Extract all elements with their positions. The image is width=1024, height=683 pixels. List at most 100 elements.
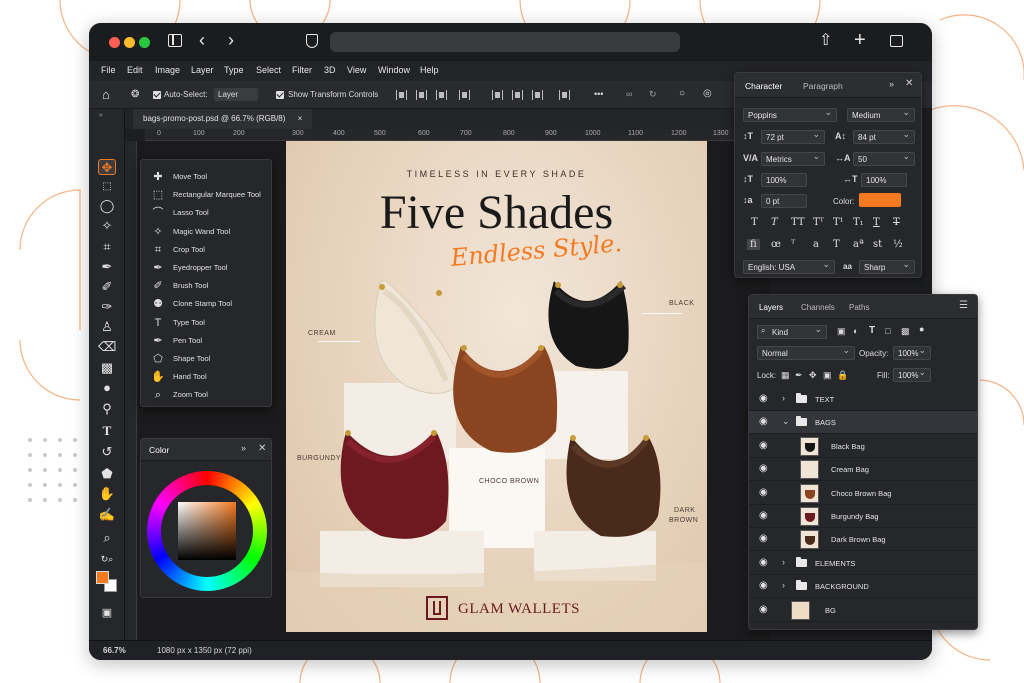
distribute-icon[interactable] <box>459 90 470 100</box>
faux-bold-icon[interactable]: T <box>751 217 758 228</box>
horizontal-scale-input[interactable]: 100% <box>861 173 907 187</box>
opacity-input[interactable]: 100% <box>893 345 931 360</box>
tabs-overview-icon[interactable] <box>890 35 903 47</box>
auto-select-checkbox[interactable] <box>153 91 161 99</box>
layer-row[interactable]: ◉ BG <box>749 599 977 622</box>
menu-window[interactable]: Window <box>378 65 410 75</box>
dodge-tool-button[interactable]: ⚲ <box>98 401 116 417</box>
flyout-item[interactable]: ⌗ Crop Tool <box>149 241 269 259</box>
kerning-select[interactable]: Metrics <box>761 151 825 166</box>
tracking-select[interactable]: 50 <box>853 151 915 166</box>
blend-mode-select[interactable]: Normal <box>757 345 855 360</box>
menu-image[interactable]: Image <box>155 65 180 75</box>
color-picker-square[interactable] <box>178 502 236 560</box>
lock-transparent-icon[interactable]: ▦ <box>781 370 790 381</box>
baseline-shift-input[interactable]: 0 pt <box>761 194 807 208</box>
share-icon[interactable]: ⇧ <box>819 33 832 49</box>
flyout-item[interactable]: ⌕ Zoom Tool <box>149 386 269 404</box>
align-hcenter-icon[interactable] <box>416 90 427 100</box>
faux-italic-icon[interactable]: T <box>771 217 778 228</box>
lock-all-icon[interactable]: 🔒 <box>837 370 848 381</box>
close-window-button[interactable] <box>109 37 120 48</box>
filter-smart-object-icon[interactable]: ▩ <box>901 326 910 337</box>
visibility-eye-icon[interactable]: ◉ <box>759 440 768 451</box>
flyout-item[interactable]: ⬚ Rectangular Marquee Tool <box>149 186 269 204</box>
ordinals-icon[interactable]: aª <box>853 239 864 250</box>
address-bar[interactable] <box>330 32 680 52</box>
brush-tool-button[interactable]: ✑ <box>98 299 116 315</box>
zoom-level[interactable]: 66.7% <box>103 646 126 655</box>
old-style-icon[interactable]: œ <box>771 239 781 250</box>
leading-select[interactable]: 84 pt <box>853 129 915 144</box>
3d-pan-icon[interactable]: ○ <box>679 88 685 99</box>
lock-artboard-icon[interactable]: ▣ <box>823 370 832 381</box>
filter-type-icon[interactable]: T <box>869 325 875 336</box>
document-canvas[interactable]: TIMELESS IN EVERY SHADE Five Shades Endl… <box>286 141 707 632</box>
panel-close-icon[interactable]: ✕ <box>905 78 913 89</box>
close-tab-icon[interactable]: × <box>298 114 303 123</box>
panel-close-icon[interactable]: ✕ <box>258 443 266 454</box>
filter-toggle-icon[interactable]: ● <box>919 324 924 334</box>
chevron-down-icon[interactable]: ⌄ <box>782 416 790 427</box>
flyout-item[interactable]: T Type Tool <box>149 314 269 332</box>
swash-icon[interactable]: ᵀ <box>791 239 795 250</box>
path-selection-tool-button[interactable]: ↺ <box>98 444 116 460</box>
healing-tool-button[interactable]: ✐ <box>98 279 116 295</box>
align-vcenter-icon[interactable] <box>512 90 523 100</box>
minimize-window-button[interactable] <box>124 37 135 48</box>
zoom-tool-button[interactable]: ⌕ <box>98 530 116 546</box>
visibility-eye-icon[interactable]: ◉ <box>759 557 768 568</box>
fractions-icon[interactable]: ½ <box>893 239 903 250</box>
align-right-icon[interactable] <box>436 90 447 100</box>
blur-tool-button[interactable]: ● <box>98 380 116 396</box>
superscript-icon[interactable]: T¹ <box>833 217 844 228</box>
layer-row[interactable]: ◉ Burgundy Bag <box>749 505 977 528</box>
lock-pixels-icon[interactable]: ✒ <box>795 370 803 381</box>
show-transform-checkbox[interactable] <box>276 91 284 99</box>
antialias-select[interactable]: Sharp <box>859 259 915 274</box>
move-options-icon[interactable]: ❂ <box>131 89 139 100</box>
new-tab-icon[interactable]: + <box>854 30 866 50</box>
shield-icon[interactable] <box>306 34 318 48</box>
font-size-select[interactable]: 72 pt <box>761 129 825 144</box>
3d-rotate-icon[interactable]: ↻ <box>649 89 657 100</box>
menu-type[interactable]: Type <box>224 65 244 75</box>
crop-tool-button[interactable]: ⌗ <box>98 239 116 255</box>
filter-shape-icon[interactable]: □ <box>885 326 890 336</box>
layer-group-row[interactable]: ◉ › TEXT <box>749 388 977 411</box>
panel-collapse-icon[interactable]: » <box>889 79 894 89</box>
layer-group-row[interactable]: ◉ ⌄ BAGS <box>749 411 977 435</box>
layer-group-row[interactable]: ◉ › BACKGROUND <box>749 575 977 599</box>
eraser-tool-button[interactable]: ⌫ <box>98 339 116 355</box>
foreground-color-swatch[interactable] <box>96 571 109 584</box>
underline-icon[interactable]: T <box>873 217 880 228</box>
move-tool-button[interactable]: ✥ <box>98 159 116 175</box>
visibility-eye-icon[interactable]: ◉ <box>759 533 768 544</box>
shape-tool-button[interactable]: ⬟ <box>98 466 116 482</box>
maximize-window-button[interactable] <box>139 37 150 48</box>
menu-3d[interactable]: 3D <box>324 65 336 75</box>
menu-edit[interactable]: Edit <box>127 65 143 75</box>
lasso-tool-button[interactable]: ◯ <box>98 198 116 214</box>
magic-wand-tool-button[interactable]: ✧ <box>98 218 116 234</box>
visibility-eye-icon[interactable]: ◉ <box>759 393 768 404</box>
flyout-item[interactable]: ✒ Pen Tool <box>149 332 269 350</box>
layer-row[interactable]: ◉ Dark Brown Bag <box>749 528 977 552</box>
stylistic-alt-icon[interactable]: a <box>813 239 819 250</box>
filter-pixel-icon[interactable]: ▣ <box>837 326 846 337</box>
align-bottom-icon[interactable] <box>532 90 543 100</box>
flyout-item[interactable]: ✋ Hand Tool <box>149 368 269 386</box>
chevron-right-icon[interactable]: › <box>782 393 785 403</box>
small-caps-icon[interactable]: Tᵀ <box>813 217 824 228</box>
swap-colors-icon[interactable]: ↻⌕ <box>98 551 116 567</box>
layer-group-row[interactable]: ◉ › ELEMENTS <box>749 552 977 575</box>
visibility-eye-icon[interactable]: ◉ <box>759 604 768 615</box>
tab-layers[interactable]: Layers <box>759 303 783 312</box>
filter-adjustment-icon[interactable]: ◐ <box>853 326 858 336</box>
visibility-eye-icon[interactable]: ◉ <box>759 487 768 498</box>
flyout-item[interactable]: ✚ Move Tool <box>149 168 269 186</box>
language-select[interactable]: English: USA <box>743 259 835 274</box>
align-top-icon[interactable] <box>492 90 503 100</box>
quick-mask-icon[interactable]: ▣ <box>98 605 116 621</box>
all-caps-icon[interactable]: TT <box>791 217 805 228</box>
